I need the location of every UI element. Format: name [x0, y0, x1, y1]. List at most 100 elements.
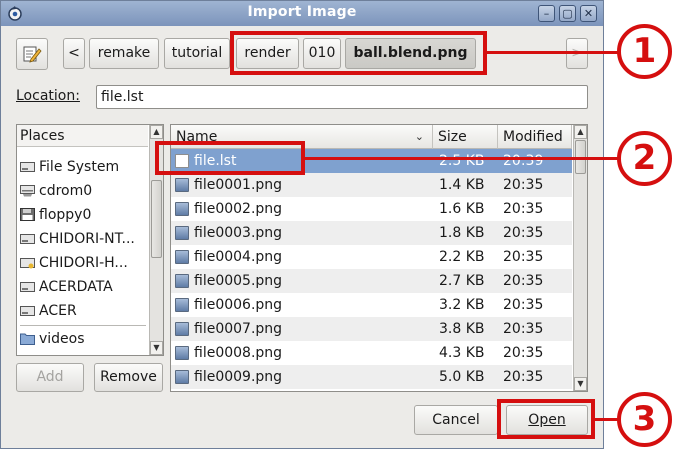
- file-row[interactable]: file0002.png 1.6 KB 20:35: [171, 197, 572, 221]
- folder-icon: [20, 333, 35, 345]
- window-title: Import Image: [247, 4, 357, 20]
- cancel-button[interactable]: Cancel: [414, 405, 498, 435]
- file-row[interactable]: file0007.png 3.8 KB 20:35: [171, 317, 572, 341]
- file-name: file0002.png: [194, 201, 283, 217]
- place-label: cdrom0: [39, 183, 93, 199]
- callout-box-selected-file: [155, 141, 305, 175]
- file-row[interactable]: file0009.png 5.0 KB 20:35: [171, 365, 572, 389]
- file-name: file0003.png: [194, 225, 283, 241]
- close-button[interactable]: ✕: [580, 5, 597, 22]
- image-file-icon: [175, 274, 189, 288]
- place-acerdata[interactable]: ACERDATA: [17, 275, 148, 299]
- file-row[interactable]: file0006.png 3.2 KB 20:35: [171, 293, 572, 317]
- callout-box-open: [497, 399, 595, 439]
- place-label: floppy0: [39, 207, 92, 223]
- file-size: 2.2 KB: [439, 249, 485, 265]
- place-label: ACERDATA: [39, 279, 113, 295]
- callout-marker-2: 2: [617, 131, 672, 186]
- place-label: CHIDORI-H...: [39, 255, 128, 271]
- column-header-size[interactable]: Size: [433, 125, 498, 149]
- files-scrollbar[interactable]: ▲ ▼: [573, 125, 587, 391]
- location-input[interactable]: file.lst: [96, 85, 588, 109]
- callout-line-1: [487, 51, 622, 54]
- file-modified: 20:35: [503, 369, 544, 385]
- file-name: file0001.png: [194, 177, 283, 193]
- place-acer[interactable]: ACER: [17, 299, 148, 323]
- file-size: 5.0 KB: [439, 369, 485, 385]
- add-place-button[interactable]: Add: [16, 363, 84, 392]
- cancel-button-label: Cancel: [432, 412, 480, 428]
- path-back-button[interactable]: <: [63, 38, 85, 69]
- location-label: Location:: [16, 88, 80, 104]
- image-file-icon: [175, 250, 189, 264]
- harddisk-icon: [20, 234, 35, 244]
- path-segment-tutorial[interactable]: tutorial: [164, 38, 230, 69]
- file-modified: 20:35: [503, 177, 544, 193]
- file-size: 2.7 KB: [439, 273, 485, 289]
- sort-chevron-down-icon: ⌄: [414, 130, 424, 143]
- place-label: videos: [39, 331, 85, 347]
- file-size: 1.8 KB: [439, 225, 485, 241]
- path-segment-remake[interactable]: remake: [89, 38, 159, 69]
- minimize-button[interactable]: –: [538, 5, 555, 22]
- file-modified: 20:35: [503, 345, 544, 361]
- scroll-up-arrow-icon[interactable]: ▲: [574, 125, 587, 139]
- place-videos[interactable]: videos: [17, 327, 148, 351]
- file-size: 3.8 KB: [439, 321, 485, 337]
- file-name: file0007.png: [194, 321, 283, 337]
- place-file-system[interactable]: File System: [17, 155, 148, 179]
- image-file-icon: [175, 298, 189, 312]
- places-header[interactable]: Places: [17, 125, 148, 147]
- column-header-modified[interactable]: Modified: [498, 125, 572, 149]
- image-file-icon: [175, 226, 189, 240]
- edit-location-toggle[interactable]: [16, 38, 48, 70]
- file-modified: 20:35: [503, 225, 544, 241]
- pencil-note-icon: [23, 46, 42, 63]
- file-modified: 20:35: [503, 273, 544, 289]
- file-size: 3.2 KB: [439, 297, 485, 313]
- image-file-icon: [175, 370, 189, 384]
- harddisk-icon: [20, 306, 35, 316]
- callout-marker-3: 3: [617, 392, 672, 447]
- file-row[interactable]: file0001.png 1.4 KB 20:35: [171, 173, 572, 197]
- callout-box-pathbar: [230, 31, 487, 75]
- file-row[interactable]: file0005.png 2.7 KB 20:35: [171, 269, 572, 293]
- place-label: ACER: [39, 303, 77, 319]
- file-modified: 20:39: [503, 153, 544, 169]
- place-chidori-h[interactable]: CHIDORI-H...: [17, 251, 148, 275]
- file-modified: 20:35: [503, 249, 544, 265]
- file-row[interactable]: file0004.png 2.2 KB 20:35: [171, 245, 572, 269]
- place-label: CHIDORI-NT...: [39, 231, 135, 247]
- file-modified: 20:35: [503, 297, 544, 313]
- places-panel: Places File System cdrom0 floppy0 CHIDOR…: [16, 124, 164, 356]
- place-chidori-nt[interactable]: CHIDORI-NT...: [17, 227, 148, 251]
- place-cdrom0[interactable]: cdrom0: [17, 179, 148, 203]
- maximize-button[interactable]: ▢: [559, 5, 576, 22]
- file-size: 2.5 KB: [439, 153, 485, 169]
- file-name: file0009.png: [194, 369, 283, 385]
- callout-marker-1: 1: [617, 24, 672, 79]
- scroll-up-arrow-icon[interactable]: ▲: [150, 125, 163, 139]
- file-row[interactable]: file0008.png 4.3 KB 20:35: [171, 341, 572, 365]
- floppy-icon: [20, 208, 35, 221]
- file-size: 1.6 KB: [439, 201, 485, 217]
- scroll-down-arrow-icon[interactable]: ▼: [150, 341, 163, 355]
- file-name: file0006.png: [194, 297, 283, 313]
- title-bar[interactable]: Import Image – ▢ ✕: [1, 1, 603, 26]
- places-scroll-thumb[interactable]: [151, 180, 162, 258]
- place-label: File System: [39, 159, 120, 175]
- harddisk-icon: [20, 258, 35, 269]
- harddisk-icon: [20, 162, 35, 172]
- file-row[interactable]: file0003.png 1.8 KB 20:35: [171, 221, 572, 245]
- scroll-down-arrow-icon[interactable]: ▼: [574, 377, 587, 391]
- file-name: file0004.png: [194, 249, 283, 265]
- file-size: 4.3 KB: [439, 345, 485, 361]
- image-file-icon: [175, 322, 189, 336]
- optical-drive-icon: [20, 185, 35, 197]
- remove-place-button[interactable]: Remove: [94, 363, 163, 392]
- harddisk-icon: [20, 282, 35, 292]
- place-floppy0[interactable]: floppy0: [17, 203, 148, 227]
- file-name: file0005.png: [194, 273, 283, 289]
- file-name: file0008.png: [194, 345, 283, 361]
- places-separator: [20, 325, 146, 326]
